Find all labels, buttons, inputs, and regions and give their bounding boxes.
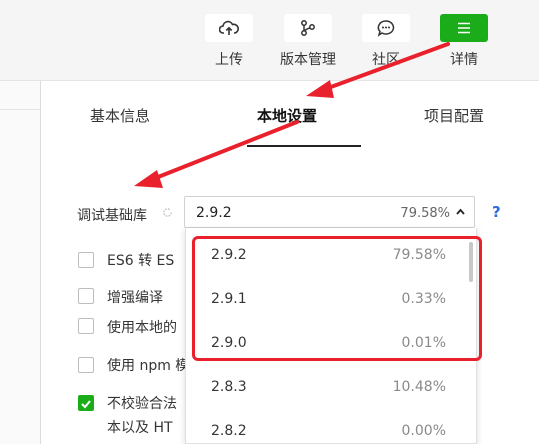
community-button[interactable] xyxy=(362,14,410,42)
dropdown-scrollbar[interactable] xyxy=(469,242,473,282)
option-percent: 0.01% xyxy=(401,335,446,351)
local-setting-checkbox[interactable] xyxy=(78,318,94,334)
version-tool[interactable]: 版本管理 xyxy=(278,14,338,69)
details-label: 详情 xyxy=(450,52,478,68)
refresh-icon[interactable] xyxy=(162,207,173,218)
option-percent: 79.58% xyxy=(392,247,446,263)
top-toolbar: 上传 版本管理 社区 详情 xyxy=(0,0,539,81)
version-dropdown[interactable]: 2.9.2 79.58% 2.9.1 0.33% 2.9.0 0.01% 2.8… xyxy=(185,228,477,444)
selected-version: 2.9.2 xyxy=(196,205,232,221)
details-button[interactable] xyxy=(440,14,488,42)
option-version: 2.9.0 xyxy=(211,335,247,351)
version-option[interactable]: 2.9.0 0.01% xyxy=(186,322,466,366)
tab-local-settings[interactable]: 本地设置 xyxy=(257,105,317,126)
upload-button[interactable] xyxy=(205,14,253,42)
details-panel: 基本信息 本地设置 项目配置 调试基础库 2.9.2 79.58% ? ES6 … xyxy=(40,81,539,444)
version-option[interactable]: 2.9.1 0.33% xyxy=(186,278,466,322)
option-version: 2.8.2 xyxy=(211,423,247,439)
community-tool[interactable]: 社区 xyxy=(356,14,416,69)
option-percent: 0.00% xyxy=(401,423,446,439)
menu-icon xyxy=(458,22,470,34)
community-label: 社区 xyxy=(372,52,400,68)
chat-bubble-icon xyxy=(377,20,395,37)
skip-domain-label-line2: 本以及 HT xyxy=(107,420,173,436)
version-button[interactable] xyxy=(284,14,332,42)
left-editor-strip xyxy=(0,81,40,444)
es6-label: ES6 转 ES xyxy=(107,253,175,269)
active-tab-indicator xyxy=(247,145,361,147)
upload-tool[interactable]: 上传 xyxy=(199,14,259,69)
checkmark-icon xyxy=(81,400,91,409)
branch-icon xyxy=(301,20,315,36)
version-option[interactable]: 2.8.2 0.00% xyxy=(186,410,466,443)
es6-checkbox[interactable] xyxy=(78,252,94,268)
version-option[interactable]: 2.9.2 79.58% xyxy=(186,234,466,278)
base-lib-label: 调试基础库 xyxy=(77,208,147,224)
cloud-upload-icon xyxy=(219,20,239,35)
tab-basic-info[interactable]: 基本信息 xyxy=(90,105,150,126)
enhance-compile-label: 增强编译 xyxy=(107,290,163,306)
option-version: 2.9.2 xyxy=(211,247,247,263)
upload-label: 上传 xyxy=(215,52,243,68)
help-icon[interactable]: ? xyxy=(492,203,501,221)
selected-percent: 79.58% xyxy=(400,206,450,221)
skip-domain-label: 不校验合法 xyxy=(107,396,177,412)
version-label: 版本管理 xyxy=(280,52,336,68)
tab-project-config[interactable]: 项目配置 xyxy=(424,105,484,126)
local-setting-label: 使用本地的 xyxy=(107,320,177,336)
version-option[interactable]: 2.8.3 10.48% xyxy=(186,366,466,410)
left-divider xyxy=(0,109,40,110)
base-lib-select[interactable]: 2.9.2 79.58% xyxy=(184,196,475,228)
npm-checkbox[interactable] xyxy=(78,357,94,373)
option-version: 2.9.1 xyxy=(211,291,247,307)
option-version: 2.8.3 xyxy=(211,379,247,395)
details-tool[interactable]: 详情 xyxy=(434,14,494,69)
npm-label: 使用 npm 模 xyxy=(107,358,190,374)
enhance-compile-checkbox[interactable] xyxy=(78,288,94,304)
chevron-up-icon xyxy=(456,208,465,215)
option-percent: 10.48% xyxy=(392,379,446,395)
skip-domain-checkbox[interactable] xyxy=(78,395,94,411)
option-percent: 0.33% xyxy=(401,291,446,307)
